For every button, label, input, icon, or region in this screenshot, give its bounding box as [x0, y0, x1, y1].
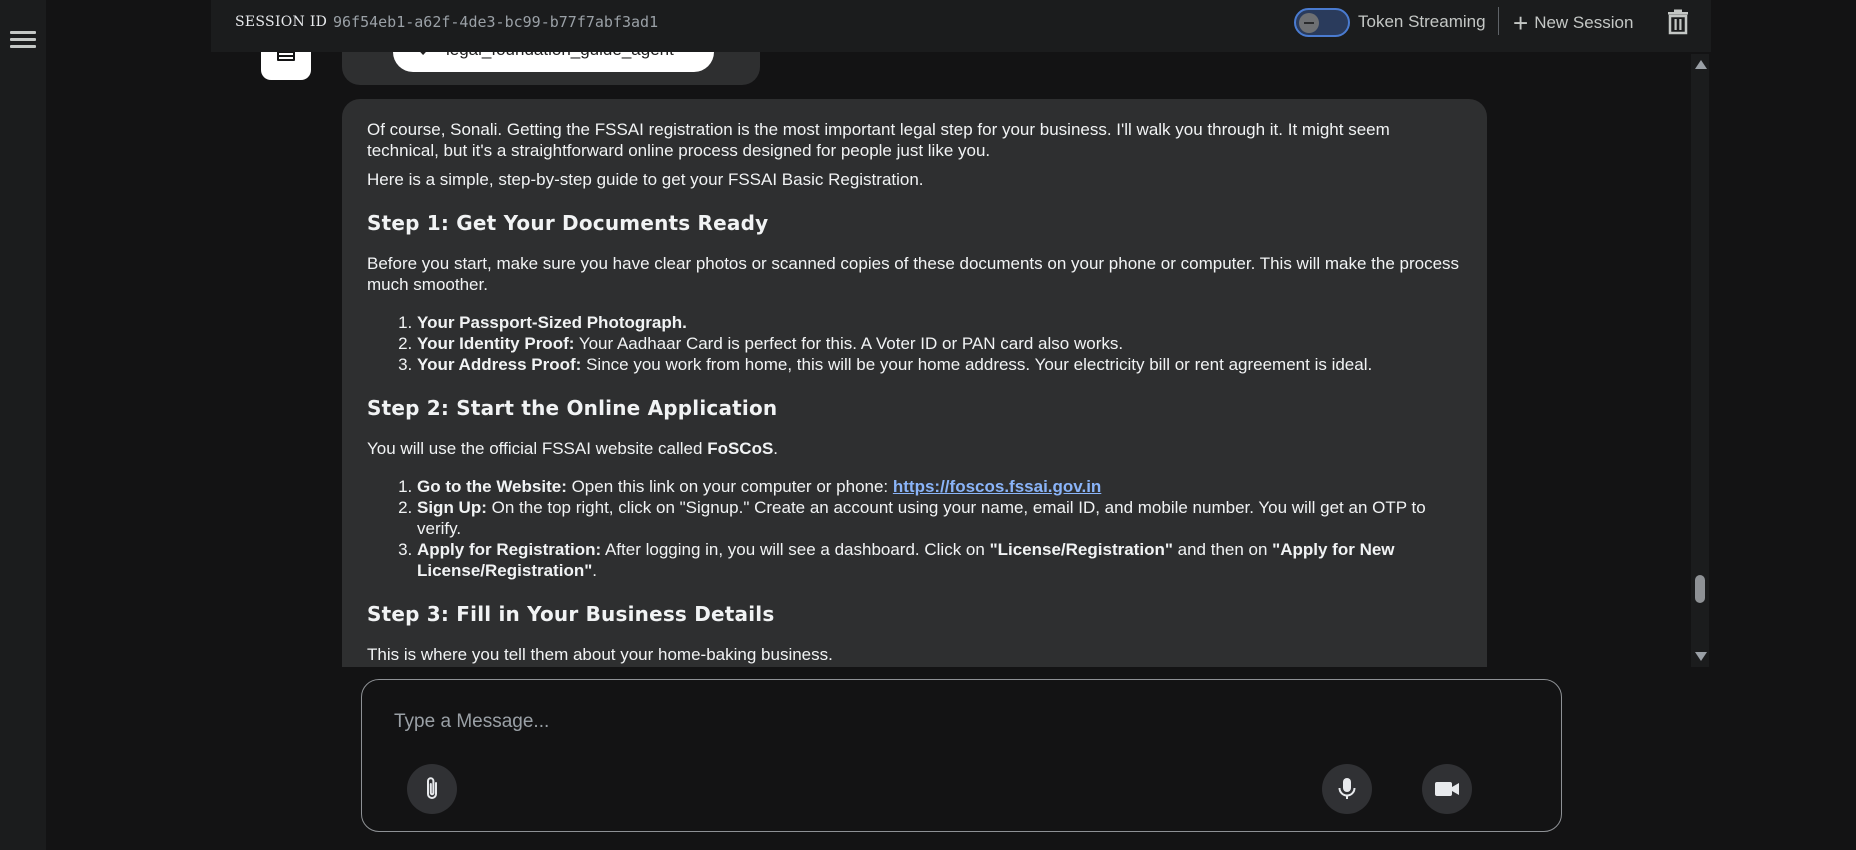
step-1-heading: Step 1: Get Your Documents Ready — [367, 211, 769, 235]
hamburger-menu-icon[interactable] — [10, 28, 36, 52]
new-session-button[interactable]: + New Session — [1513, 10, 1633, 36]
list-item-text: Your Aadhaar Card is perfect for this. A… — [574, 334, 1124, 353]
microphone-icon — [1338, 778, 1356, 799]
chat-scrollbar[interactable] — [1691, 54, 1709, 667]
session-id-label: SESSION ID — [235, 14, 328, 30]
list-item: Your Passport-Sized Photograph. — [417, 312, 1462, 333]
message-paragraph: This is where you tell them about your h… — [367, 645, 833, 664]
list-item-text: . — [592, 561, 598, 580]
header-divider — [1498, 7, 1499, 35]
list-item-text: On the top right, click on "Signup." Cre… — [417, 498, 1426, 538]
list-item-bold: Your Passport-Sized Photograph. — [417, 313, 687, 332]
new-session-label: New Session — [1534, 13, 1634, 32]
tool-call-label: legal_foundation_guide_agent — [446, 52, 674, 60]
tool-call-chip[interactable]: legal_foundation_guide_agent — [393, 52, 714, 72]
message-paragraph: Before you start, make sure you have cle… — [367, 254, 1460, 294]
message-input[interactable] — [394, 702, 1494, 742]
token-streaming-label: Token Streaming — [1358, 12, 1486, 31]
step-2-list: Go to the Website: Open this link on you… — [417, 476, 1462, 581]
scroll-down-arrow-icon[interactable] — [1695, 652, 1707, 661]
list-item-text: After logging in, you will see a dashboa… — [601, 540, 990, 559]
list-item: Your Address Proof: Since you work from … — [417, 354, 1462, 375]
check-icon — [418, 52, 431, 55]
paperclip-icon — [427, 777, 437, 799]
agent-message: Of course, Sonali. Getting the FSSAI reg… — [342, 99, 1487, 667]
list-item-bold: Go to the Website: — [417, 477, 567, 496]
trash-icon[interactable] — [1666, 9, 1690, 35]
agent-avatar — [261, 52, 311, 80]
step-2-heading: Step 2: Start the Online Application — [367, 396, 778, 420]
paragraph-text: . — [773, 439, 779, 458]
top-bar: SESSION ID 96f54eb1-a62f-4de3-bc99-b77f7… — [211, 0, 1711, 52]
list-item-bold: Sign Up: — [417, 498, 487, 517]
plus-icon: + — [1513, 8, 1529, 38]
list-item: Your Identity Proof: Your Aadhaar Card i… — [417, 333, 1462, 354]
tool-call-card: legal_foundation_guide_agent — [342, 52, 760, 85]
list-item-text: Since you work from home, this will be y… — [581, 355, 1373, 374]
list-item: Sign Up: On the top right, click on "Sig… — [417, 497, 1462, 539]
paragraph-text: You will use the official FSSAI website … — [367, 439, 708, 458]
list-item-text: Open this link on your computer or phone… — [566, 477, 893, 496]
attach-button[interactable] — [407, 764, 457, 814]
list-item: Apply for Registration: After logging in… — [417, 539, 1462, 581]
list-item-bold: Your Identity Proof: — [417, 334, 575, 353]
message-paragraph: You will use the official FSSAI website … — [367, 438, 1462, 459]
microphone-button[interactable] — [1322, 764, 1372, 814]
step-3-heading: Step 3: Fill in Your Business Details — [367, 602, 775, 626]
bot-icon — [277, 52, 295, 61]
left-rail — [0, 0, 46, 850]
list-item-text: and then on — [1172, 540, 1273, 559]
toggle-knob — [1299, 13, 1319, 33]
list-item-bold: "License/Registration" — [989, 540, 1173, 559]
scroll-up-arrow-icon[interactable] — [1695, 60, 1707, 69]
chat-area: legal_foundation_guide_agent Of course, … — [211, 52, 1701, 667]
list-item-bold: Your Address Proof: — [417, 355, 582, 374]
token-streaming-toggle[interactable] — [1294, 8, 1350, 37]
foscos-link[interactable]: https://foscos.fssai.gov.in — [893, 477, 1101, 496]
message-paragraph: Of course, Sonali. Getting the FSSAI reg… — [367, 120, 1390, 160]
video-camera-icon — [1435, 782, 1459, 796]
session-id-value: 96f54eb1-a62f-4de3-bc99-b77f7abf3ad1 — [333, 13, 659, 31]
paragraph-bold: FoSCoS — [707, 439, 774, 458]
step-1-list: Your Passport-Sized Photograph. Your Ide… — [417, 312, 1462, 375]
video-button[interactable] — [1422, 764, 1472, 814]
message-composer — [361, 679, 1562, 832]
list-item: Go to the Website: Open this link on you… — [417, 476, 1462, 497]
list-item-bold: Apply for Registration: — [417, 540, 602, 559]
scroll-thumb[interactable] — [1695, 575, 1705, 603]
message-paragraph: Here is a simple, step-by-step guide to … — [367, 170, 924, 189]
